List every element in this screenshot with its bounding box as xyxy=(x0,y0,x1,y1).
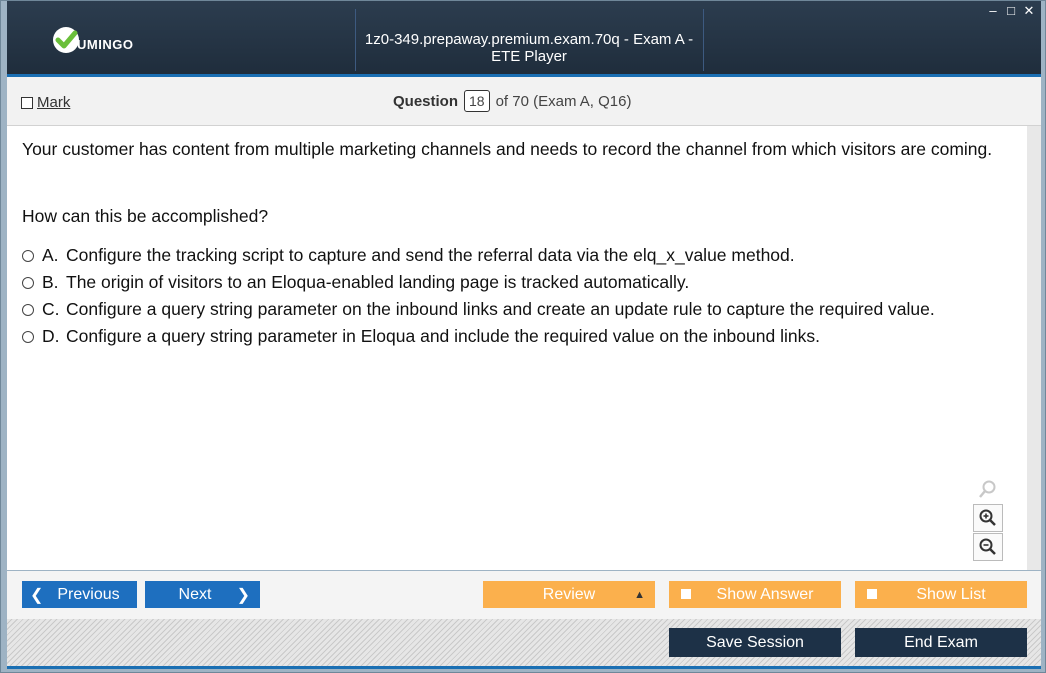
option-letter: A. xyxy=(42,245,59,265)
caret-up-icon: ▲ xyxy=(634,588,645,601)
zoom-out-icon[interactable] xyxy=(973,533,1003,561)
option-letter: D. xyxy=(42,326,60,346)
radio-button[interactable] xyxy=(22,277,34,289)
answer-options: A. Configure the tracking script to capt… xyxy=(22,244,1022,352)
show-answer-button[interactable]: Show Answer xyxy=(669,581,841,608)
mark-label: Mark xyxy=(37,94,71,111)
option-letter: C. xyxy=(42,299,60,319)
option-text: Configure a query string parameter on th… xyxy=(66,299,935,319)
radio-button[interactable] xyxy=(22,331,34,343)
end-exam-label: End Exam xyxy=(904,633,978,651)
question-header: Mark Question 18 of 70 (Exam A, Q16) xyxy=(7,77,1041,126)
show-list-checkbox[interactable] xyxy=(867,589,877,599)
close-icon[interactable]: ✕ xyxy=(1023,3,1035,19)
save-session-label: Save Session xyxy=(706,633,804,651)
next-label: Next xyxy=(178,585,212,603)
answer-option-b[interactable]: B. The origin of visitors to an Eloqua-e… xyxy=(22,271,1022,294)
option-text: The origin of visitors to an Eloqua-enab… xyxy=(66,272,690,292)
show-list-label: Show List xyxy=(916,585,986,603)
radio-button[interactable] xyxy=(22,304,34,316)
zoom-in-icon[interactable] xyxy=(973,504,1003,532)
end-exam-button[interactable]: End Exam xyxy=(855,628,1027,657)
next-button[interactable]: Next ❯ xyxy=(145,581,260,608)
window-controls: – □ ✕ xyxy=(987,3,1035,19)
question-indicator: Question 18 of 70 (Exam A, Q16) xyxy=(393,90,632,112)
review-button[interactable]: Review ▲ xyxy=(483,581,655,608)
answer-option-a[interactable]: A. Configure the tracking script to capt… xyxy=(22,244,1022,267)
scrollbar[interactable] xyxy=(1027,126,1041,570)
show-list-button[interactable]: Show List xyxy=(855,581,1027,608)
maximize-icon[interactable]: □ xyxy=(1005,3,1017,19)
option-text: Configure a query string parameter in El… xyxy=(66,326,820,346)
app-window: UMINGO 1z0-349.prepaway.premium.exam.70q… xyxy=(0,0,1046,673)
option-letter: B. xyxy=(42,272,59,292)
previous-button[interactable]: ❮ Previous xyxy=(22,581,137,608)
radio-button[interactable] xyxy=(22,250,34,262)
question-label: Question xyxy=(393,92,459,110)
window-title: 1z0-349.prepaway.premium.exam.70q - Exam… xyxy=(364,31,694,65)
minimize-icon[interactable]: – xyxy=(987,3,999,19)
show-answer-label: Show Answer xyxy=(716,585,814,603)
mark-checkbox[interactable]: Mark xyxy=(21,94,70,111)
search-icon[interactable] xyxy=(973,475,1003,503)
previous-label: Previous xyxy=(57,585,120,603)
answer-option-c[interactable]: C. Configure a query string parameter on… xyxy=(22,298,1022,321)
question-content: Your customer has content from multiple … xyxy=(7,126,1028,570)
chevron-right-icon: ❯ xyxy=(236,586,250,604)
show-answer-checkbox[interactable] xyxy=(681,589,691,599)
title-separator xyxy=(703,9,704,71)
question-number-input[interactable]: 18 xyxy=(464,90,490,112)
chevron-left-icon: ❮ xyxy=(30,586,44,604)
logo: UMINGO xyxy=(51,23,133,57)
mark-checkbox-box[interactable] xyxy=(21,96,33,109)
question-total: of 70 (Exam A, Q16) xyxy=(495,92,632,110)
question-stem: Your customer has content from multiple … xyxy=(22,139,993,159)
review-label: Review xyxy=(542,585,596,603)
answer-option-d[interactable]: D. Configure a query string parameter in… xyxy=(22,325,1022,348)
option-text: Configure the tracking script to capture… xyxy=(66,245,795,265)
navigation-bar: ❮ Previous Next ❯ Review ▲ Show Answer S… xyxy=(7,571,1041,619)
logo-text: UMINGO xyxy=(77,36,134,52)
footer-bar: Save Session End Exam xyxy=(7,619,1041,669)
title-bar: UMINGO 1z0-349.prepaway.premium.exam.70q… xyxy=(7,1,1041,77)
save-session-button[interactable]: Save Session xyxy=(669,628,841,657)
question-prompt: How can this be accomplished? xyxy=(22,206,269,226)
